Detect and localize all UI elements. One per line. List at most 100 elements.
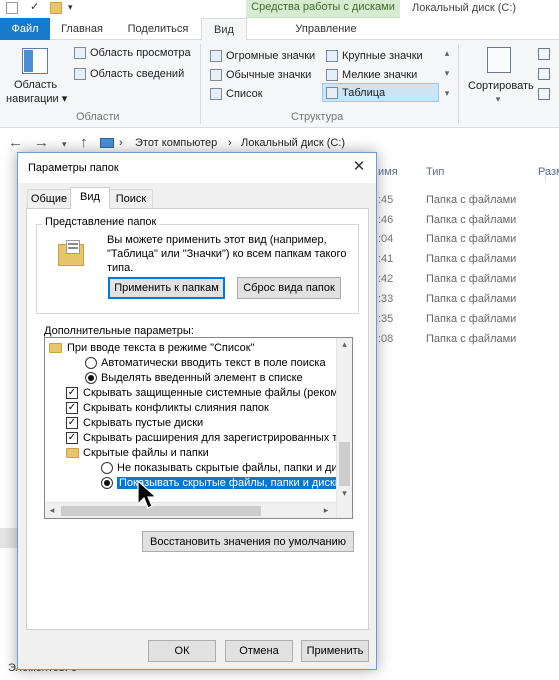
row-time: :33 xyxy=(378,293,394,305)
list-icon[interactable] xyxy=(210,88,222,100)
breadcrumb-this-pc[interactable]: Этот компьютер xyxy=(135,137,217,149)
sort-by-button[interactable]: Сортировать xyxy=(468,80,534,92)
group-by-icon[interactable] xyxy=(538,48,550,60)
scroll-down-icon[interactable]: ▾ xyxy=(337,488,352,499)
checkmark-icon[interactable]: ✓ xyxy=(30,2,42,14)
tab-general[interactable]: Общие xyxy=(27,189,71,208)
folder-view-icon xyxy=(58,240,86,268)
back-arrow-icon[interactable]: ← xyxy=(8,134,23,151)
navigation-pane-icon[interactable] xyxy=(22,48,48,74)
tab-view[interactable]: Вид xyxy=(201,18,247,40)
row-type[interactable]: Папка с файлами xyxy=(426,313,516,325)
close-icon[interactable]: ✕ xyxy=(348,157,370,177)
radio-auto-type[interactable] xyxy=(85,357,97,369)
checkbox-hide-empty-drives[interactable]: ✓ xyxy=(66,417,78,429)
large-icons-icon[interactable] xyxy=(326,50,338,62)
checkbox-hide-protected[interactable]: ✓ xyxy=(66,387,78,399)
tab-view[interactable]: Вид xyxy=(70,187,110,209)
list-item[interactable]: ✓ Скрывать расширения для зарегистрирова… xyxy=(66,431,352,446)
scroll-up-icon[interactable]: ▴ xyxy=(337,339,352,350)
row-type[interactable]: Папка с файлами xyxy=(426,333,516,345)
list-item[interactable]: Выделять введенный элемент в списке xyxy=(85,371,303,386)
breadcrumb-local-disk[interactable]: Локальный диск (C:) xyxy=(241,137,345,149)
nav-pane-selected-row[interactable] xyxy=(0,528,17,548)
checkbox-hide-extensions[interactable]: ✓ xyxy=(66,432,78,444)
layout-list[interactable]: Список xyxy=(226,88,263,100)
folder-views-description: Вы можете применить этот вид (например, … xyxy=(107,234,347,274)
size-columns-icon[interactable] xyxy=(538,88,550,100)
layout-scroll-down-icon[interactable]: ▾ xyxy=(442,68,452,79)
layout-more-icon[interactable]: ▾ xyxy=(442,88,452,99)
tab-share[interactable]: Поделиться xyxy=(118,18,198,40)
layout-large[interactable]: Крупные значки xyxy=(342,50,423,62)
details-pane-icon[interactable] xyxy=(74,68,86,80)
tab-manage[interactable]: Управление xyxy=(262,18,390,40)
small-icons-icon[interactable] xyxy=(326,69,338,81)
radio-dont-show-hidden[interactable] xyxy=(101,462,113,474)
preview-pane-icon[interactable] xyxy=(74,47,86,59)
advanced-settings-label: Дополнительные параметры: xyxy=(44,325,194,337)
list-item[interactable]: Не показывать скрытые файлы, папки и дис… xyxy=(101,461,352,476)
scroll-left-icon[interactable]: ◂ xyxy=(47,505,57,516)
advanced-settings-list[interactable]: При вводе текста в режиме "Список" Автом… xyxy=(44,337,353,519)
cancel-button[interactable]: Отмена xyxy=(225,640,293,662)
row-type[interactable]: Папка с файлами xyxy=(426,194,516,206)
sort-by-icon[interactable] xyxy=(487,47,511,73)
row-type[interactable]: Папка с файлами xyxy=(426,293,516,305)
list-item: Скрытые файлы и папки xyxy=(66,446,209,461)
scroll-right-icon[interactable]: ▸ xyxy=(321,505,331,516)
row-type[interactable]: Папка с файлами xyxy=(426,214,516,226)
folder-icon xyxy=(66,448,79,458)
preview-pane-button[interactable]: Область просмотра xyxy=(90,47,191,59)
up-arrow-icon[interactable]: ↑ xyxy=(80,134,88,151)
nav-pane-label-2[interactable]: навигации ▾ xyxy=(6,92,67,105)
nav-pane-label[interactable]: Область xyxy=(14,79,57,91)
layout-small[interactable]: Мелкие значки xyxy=(342,69,417,81)
reset-folders-button[interactable]: Сброс вида папок xyxy=(237,277,341,299)
column-header-name[interactable]: имя xyxy=(378,166,398,178)
add-columns-icon[interactable] xyxy=(538,68,550,80)
properties-icon[interactable] xyxy=(6,2,18,14)
list-item[interactable]: ✓ Скрывать конфликты слияния папок xyxy=(66,401,269,416)
layout-scroll-up-icon[interactable]: ▴ xyxy=(442,48,452,59)
radio-show-hidden[interactable] xyxy=(101,477,113,489)
column-header-type[interactable]: Тип xyxy=(426,166,444,178)
row-time: :45 xyxy=(378,194,394,206)
list-item[interactable]: ✓ Скрывать защищенные системные файлы (р… xyxy=(66,386,350,401)
tab-home[interactable]: Главная xyxy=(54,18,110,40)
checkbox-hide-merge-conflicts[interactable]: ✓ xyxy=(66,402,78,414)
extra-large-icons-icon[interactable] xyxy=(210,50,222,62)
sort-dropdown-icon[interactable]: ▾ xyxy=(490,94,506,105)
details-icon[interactable] xyxy=(326,87,338,99)
layout-extra-large[interactable]: Огромные значки xyxy=(226,50,315,62)
restore-defaults-button[interactable]: Восстановить значения по умолчанию xyxy=(142,531,354,552)
tab-file[interactable]: Файл xyxy=(0,18,50,40)
tab-search[interactable]: Поиск xyxy=(109,189,153,208)
details-pane-button[interactable]: Область сведений xyxy=(90,68,184,80)
apply-to-folders-button[interactable]: Применить к папкам xyxy=(108,277,225,299)
medium-icons-icon[interactable] xyxy=(210,69,222,81)
radio-select-typed[interactable] xyxy=(85,372,97,384)
row-type[interactable]: Папка с файлами xyxy=(426,253,516,265)
list-horizontal-scrollbar[interactable]: ◂ ▸ xyxy=(45,502,336,518)
ok-button[interactable]: ОК xyxy=(148,640,216,662)
forward-arrow-icon[interactable]: → xyxy=(34,134,49,151)
scroll-thumb[interactable] xyxy=(339,442,350,486)
scroll-thumb[interactable] xyxy=(61,506,261,516)
ribbon-separator xyxy=(458,44,459,124)
apply-button[interactable]: Применить xyxy=(301,640,369,662)
row-type[interactable]: Папка с файлами xyxy=(426,273,516,285)
layout-medium[interactable]: Обычные значки xyxy=(226,69,311,81)
row-type[interactable]: Папка с файлами xyxy=(426,233,516,245)
list-item[interactable]: Автоматически вводить текст в поле поиск… xyxy=(85,356,326,371)
dialog-title: Параметры папок xyxy=(28,162,119,174)
layout-details[interactable]: Таблица xyxy=(342,87,385,99)
list-vertical-scrollbar[interactable]: ▴ ▾ xyxy=(336,338,352,518)
folder-views-label: Представление папок xyxy=(42,216,160,228)
customize-toolbar-icon[interactable]: ▾ xyxy=(68,2,80,14)
recent-locations-icon[interactable]: ▾ xyxy=(62,139,67,150)
list-item[interactable]: ✓ Скрывать пустые диски xyxy=(66,416,203,431)
folder-options-dialog: Параметры папок ✕ Общие Вид Поиск Предст… xyxy=(17,152,377,670)
new-folder-icon[interactable] xyxy=(50,2,62,14)
column-header-size[interactable]: Разм xyxy=(538,166,559,178)
